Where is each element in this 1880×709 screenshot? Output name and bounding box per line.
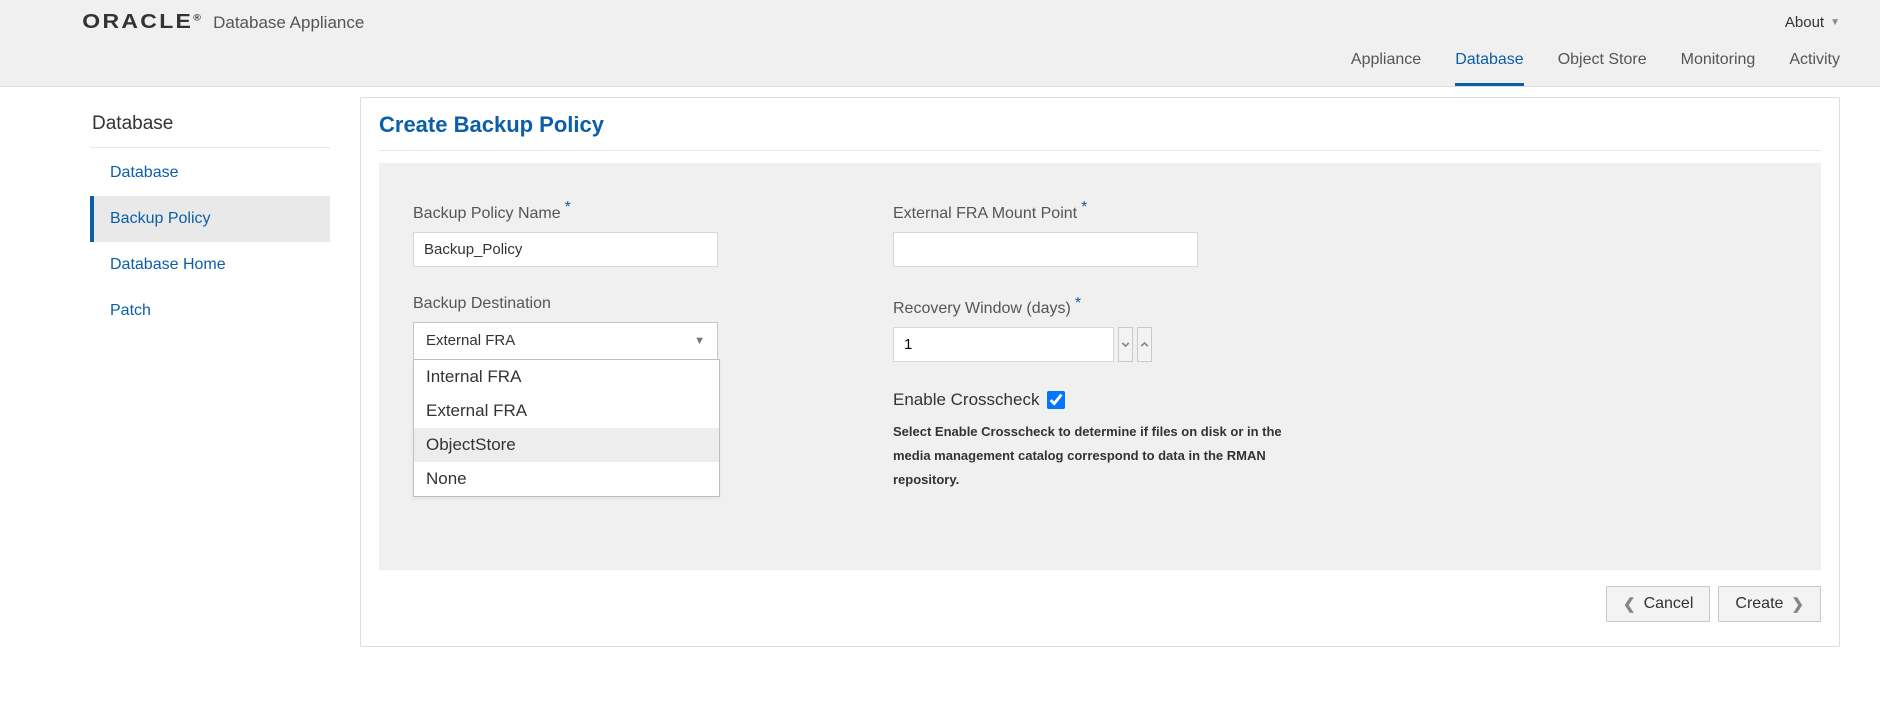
top-nav: Appliance Database Object Store Monitori… — [90, 37, 1840, 86]
topnav-activity[interactable]: Activity — [1789, 51, 1840, 86]
triangle-down-icon: ▼ — [1830, 17, 1840, 28]
content-panel: Create Backup Policy Backup Policy Name*… — [360, 97, 1840, 647]
destination-selected: External FRA — [426, 332, 515, 349]
destination-label: Backup Destination — [413, 295, 551, 313]
recovery-decrement-button[interactable] — [1118, 327, 1133, 362]
topnav-database[interactable]: Database — [1455, 51, 1524, 86]
recovery-label: Recovery Window (days) — [893, 300, 1071, 318]
policy-name-input[interactable] — [413, 232, 718, 267]
dest-option-external-fra[interactable]: External FRA — [414, 394, 719, 428]
cancel-label: Cancel — [1644, 595, 1694, 613]
form-panel: Backup Policy Name* Backup Destination E… — [379, 163, 1821, 570]
about-label: About — [1785, 14, 1824, 31]
mount-label: External FRA Mount Point — [893, 205, 1077, 223]
sidebar-heading: Database — [90, 105, 330, 148]
required-icon: * — [1081, 199, 1087, 216]
about-menu[interactable]: About ▼ — [1785, 8, 1840, 37]
chevron-left-icon: ❮ — [1623, 595, 1636, 613]
recovery-increment-button[interactable] — [1137, 327, 1152, 362]
crosscheck-checkbox[interactable] — [1047, 391, 1065, 409]
destination-dropdown: Internal FRA External FRA ObjectStore No… — [413, 359, 720, 497]
oracle-logo: ORACLE® — [82, 11, 201, 34]
required-icon: * — [1075, 295, 1081, 312]
product-title: Database Appliance — [213, 13, 364, 33]
crosscheck-label: Enable Crosscheck — [893, 390, 1039, 410]
topnav-monitoring[interactable]: Monitoring — [1681, 51, 1756, 86]
cancel-button[interactable]: ❮ Cancel — [1606, 586, 1710, 622]
sidebar-item-patch[interactable]: Patch — [90, 288, 330, 334]
sidebar: Database Database Backup Policy Database… — [90, 87, 360, 647]
topnav-appliance[interactable]: Appliance — [1351, 51, 1421, 86]
triangle-down-icon: ▼ — [694, 335, 705, 347]
chevron-right-icon: ❯ — [1791, 595, 1804, 613]
chevron-up-icon — [1138, 338, 1151, 351]
policy-name-label: Backup Policy Name — [413, 205, 561, 223]
sidebar-item-database[interactable]: Database — [90, 150, 330, 196]
create-button[interactable]: Create ❯ — [1718, 586, 1821, 622]
sidebar-item-backup-policy[interactable]: Backup Policy — [90, 196, 330, 242]
sidebar-item-database-home[interactable]: Database Home — [90, 242, 330, 288]
top-bar: ORACLE® Database Appliance About ▼ Appli… — [0, 0, 1880, 87]
chevron-down-icon — [1119, 338, 1132, 351]
destination-select[interactable]: External FRA ▼ — [413, 322, 718, 359]
create-label: Create — [1735, 595, 1783, 613]
recovery-input[interactable] — [893, 327, 1114, 362]
dest-option-internal-fra[interactable]: Internal FRA — [414, 360, 719, 394]
topnav-object-store[interactable]: Object Store — [1558, 51, 1647, 86]
page-title: Create Backup Policy — [379, 112, 1821, 151]
dest-option-none[interactable]: None — [414, 462, 719, 496]
required-icon: * — [565, 199, 571, 216]
dest-option-objectstore[interactable]: ObjectStore — [414, 428, 719, 462]
mount-input[interactable] — [893, 232, 1198, 267]
crosscheck-help: Select Enable Crosscheck to determine if… — [893, 420, 1293, 492]
